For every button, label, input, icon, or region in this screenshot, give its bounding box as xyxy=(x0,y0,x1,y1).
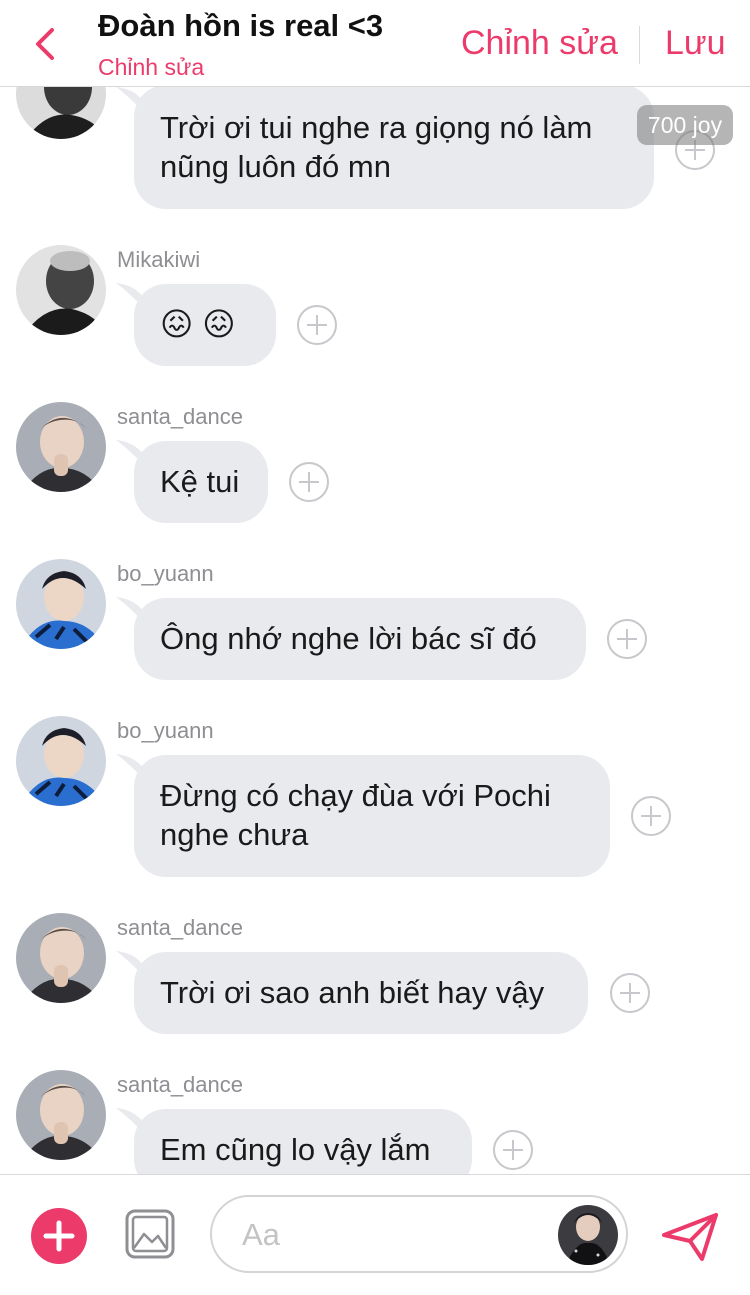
message-author: bo_yuann xyxy=(117,561,214,586)
header-divider xyxy=(639,26,640,64)
composer-bar xyxy=(0,1174,750,1295)
edit-button[interactable]: Chỉnh sửa xyxy=(461,24,618,63)
message-author: santa_dance xyxy=(117,1072,243,1097)
avatar[interactable] xyxy=(16,716,106,806)
chat-title: Đoàn hồn is real <3 xyxy=(98,8,384,43)
message-input-box[interactable] xyxy=(210,1195,628,1273)
message-bubble[interactable]: Đừng có chạy đùa với Pochi nghe chưa xyxy=(134,755,610,877)
avatar[interactable] xyxy=(16,87,106,139)
avatar[interactable] xyxy=(16,1070,106,1160)
message-text-line: nghe chưa xyxy=(160,817,309,852)
message-text-line: Kệ tui xyxy=(160,464,240,499)
message-author: Mikakiwi xyxy=(117,247,201,272)
add-reaction-icon[interactable] xyxy=(288,461,330,503)
message-bubble[interactable]: Kệ tui xyxy=(134,441,268,523)
add-reaction-icon[interactable] xyxy=(492,1129,534,1171)
add-reaction-icon[interactable] xyxy=(609,972,651,1014)
chat-header: Đoàn hồn is real <3 Chỉnh sửa Chỉnh sửa … xyxy=(0,0,750,87)
send-icon[interactable] xyxy=(660,1211,720,1263)
message-input[interactable] xyxy=(240,1211,544,1259)
message-text-line: Trời ơi tui nghe ra giọng nó làm xyxy=(160,110,593,145)
message-text-line: Trời ơi sao anh biết hay vậy xyxy=(160,975,545,1010)
message-list[interactable]: Trời ơi tui nghe ra giọng nó làm nũng lu… xyxy=(0,87,750,1174)
chat-subtitle-edit[interactable]: Chỉnh sửa xyxy=(98,54,204,81)
add-reaction-icon[interactable] xyxy=(296,304,338,346)
message-text-line: nũng luôn đó mn xyxy=(160,149,391,184)
sender-avatar[interactable] xyxy=(558,1205,618,1265)
joy-badge: 700 joy xyxy=(637,105,733,145)
message-bubble[interactable]: Trời ơi tui nghe ra giọng nó làm nũng lu… xyxy=(134,87,654,209)
back-chevron-icon[interactable] xyxy=(26,20,66,68)
add-plus-icon[interactable] xyxy=(31,1208,87,1264)
message-author: santa_dance xyxy=(117,404,243,429)
message-bubble[interactable]: 😖 😖 xyxy=(134,284,276,366)
avatar[interactable] xyxy=(16,913,106,1003)
message-bubble[interactable]: Trời ơi sao anh biết hay vậy xyxy=(134,952,588,1034)
avatar[interactable] xyxy=(16,402,106,492)
avatar[interactable] xyxy=(16,245,106,335)
message-bubble[interactable]: Ông nhớ nghe lời bác sĩ đó xyxy=(134,598,586,680)
message-bubble[interactable]: Em cũng lo vậy lắm xyxy=(134,1109,472,1174)
message-text-line: Ông nhớ nghe lời bác sĩ đó xyxy=(160,621,537,656)
message-author: bo_yuann xyxy=(117,718,214,743)
image-picker-icon[interactable] xyxy=(124,1208,176,1260)
add-reaction-icon[interactable] xyxy=(630,795,672,837)
avatar[interactable] xyxy=(16,559,106,649)
message-author: santa_dance xyxy=(117,915,243,940)
message-emoji: 😖 😖 xyxy=(160,306,236,342)
save-button[interactable]: Lưu xyxy=(665,24,726,63)
message-text-line: Đừng có chạy đùa với Pochi xyxy=(160,778,551,813)
add-reaction-icon[interactable] xyxy=(606,618,648,660)
message-text-line: Em cũng lo vậy lắm xyxy=(160,1132,431,1167)
